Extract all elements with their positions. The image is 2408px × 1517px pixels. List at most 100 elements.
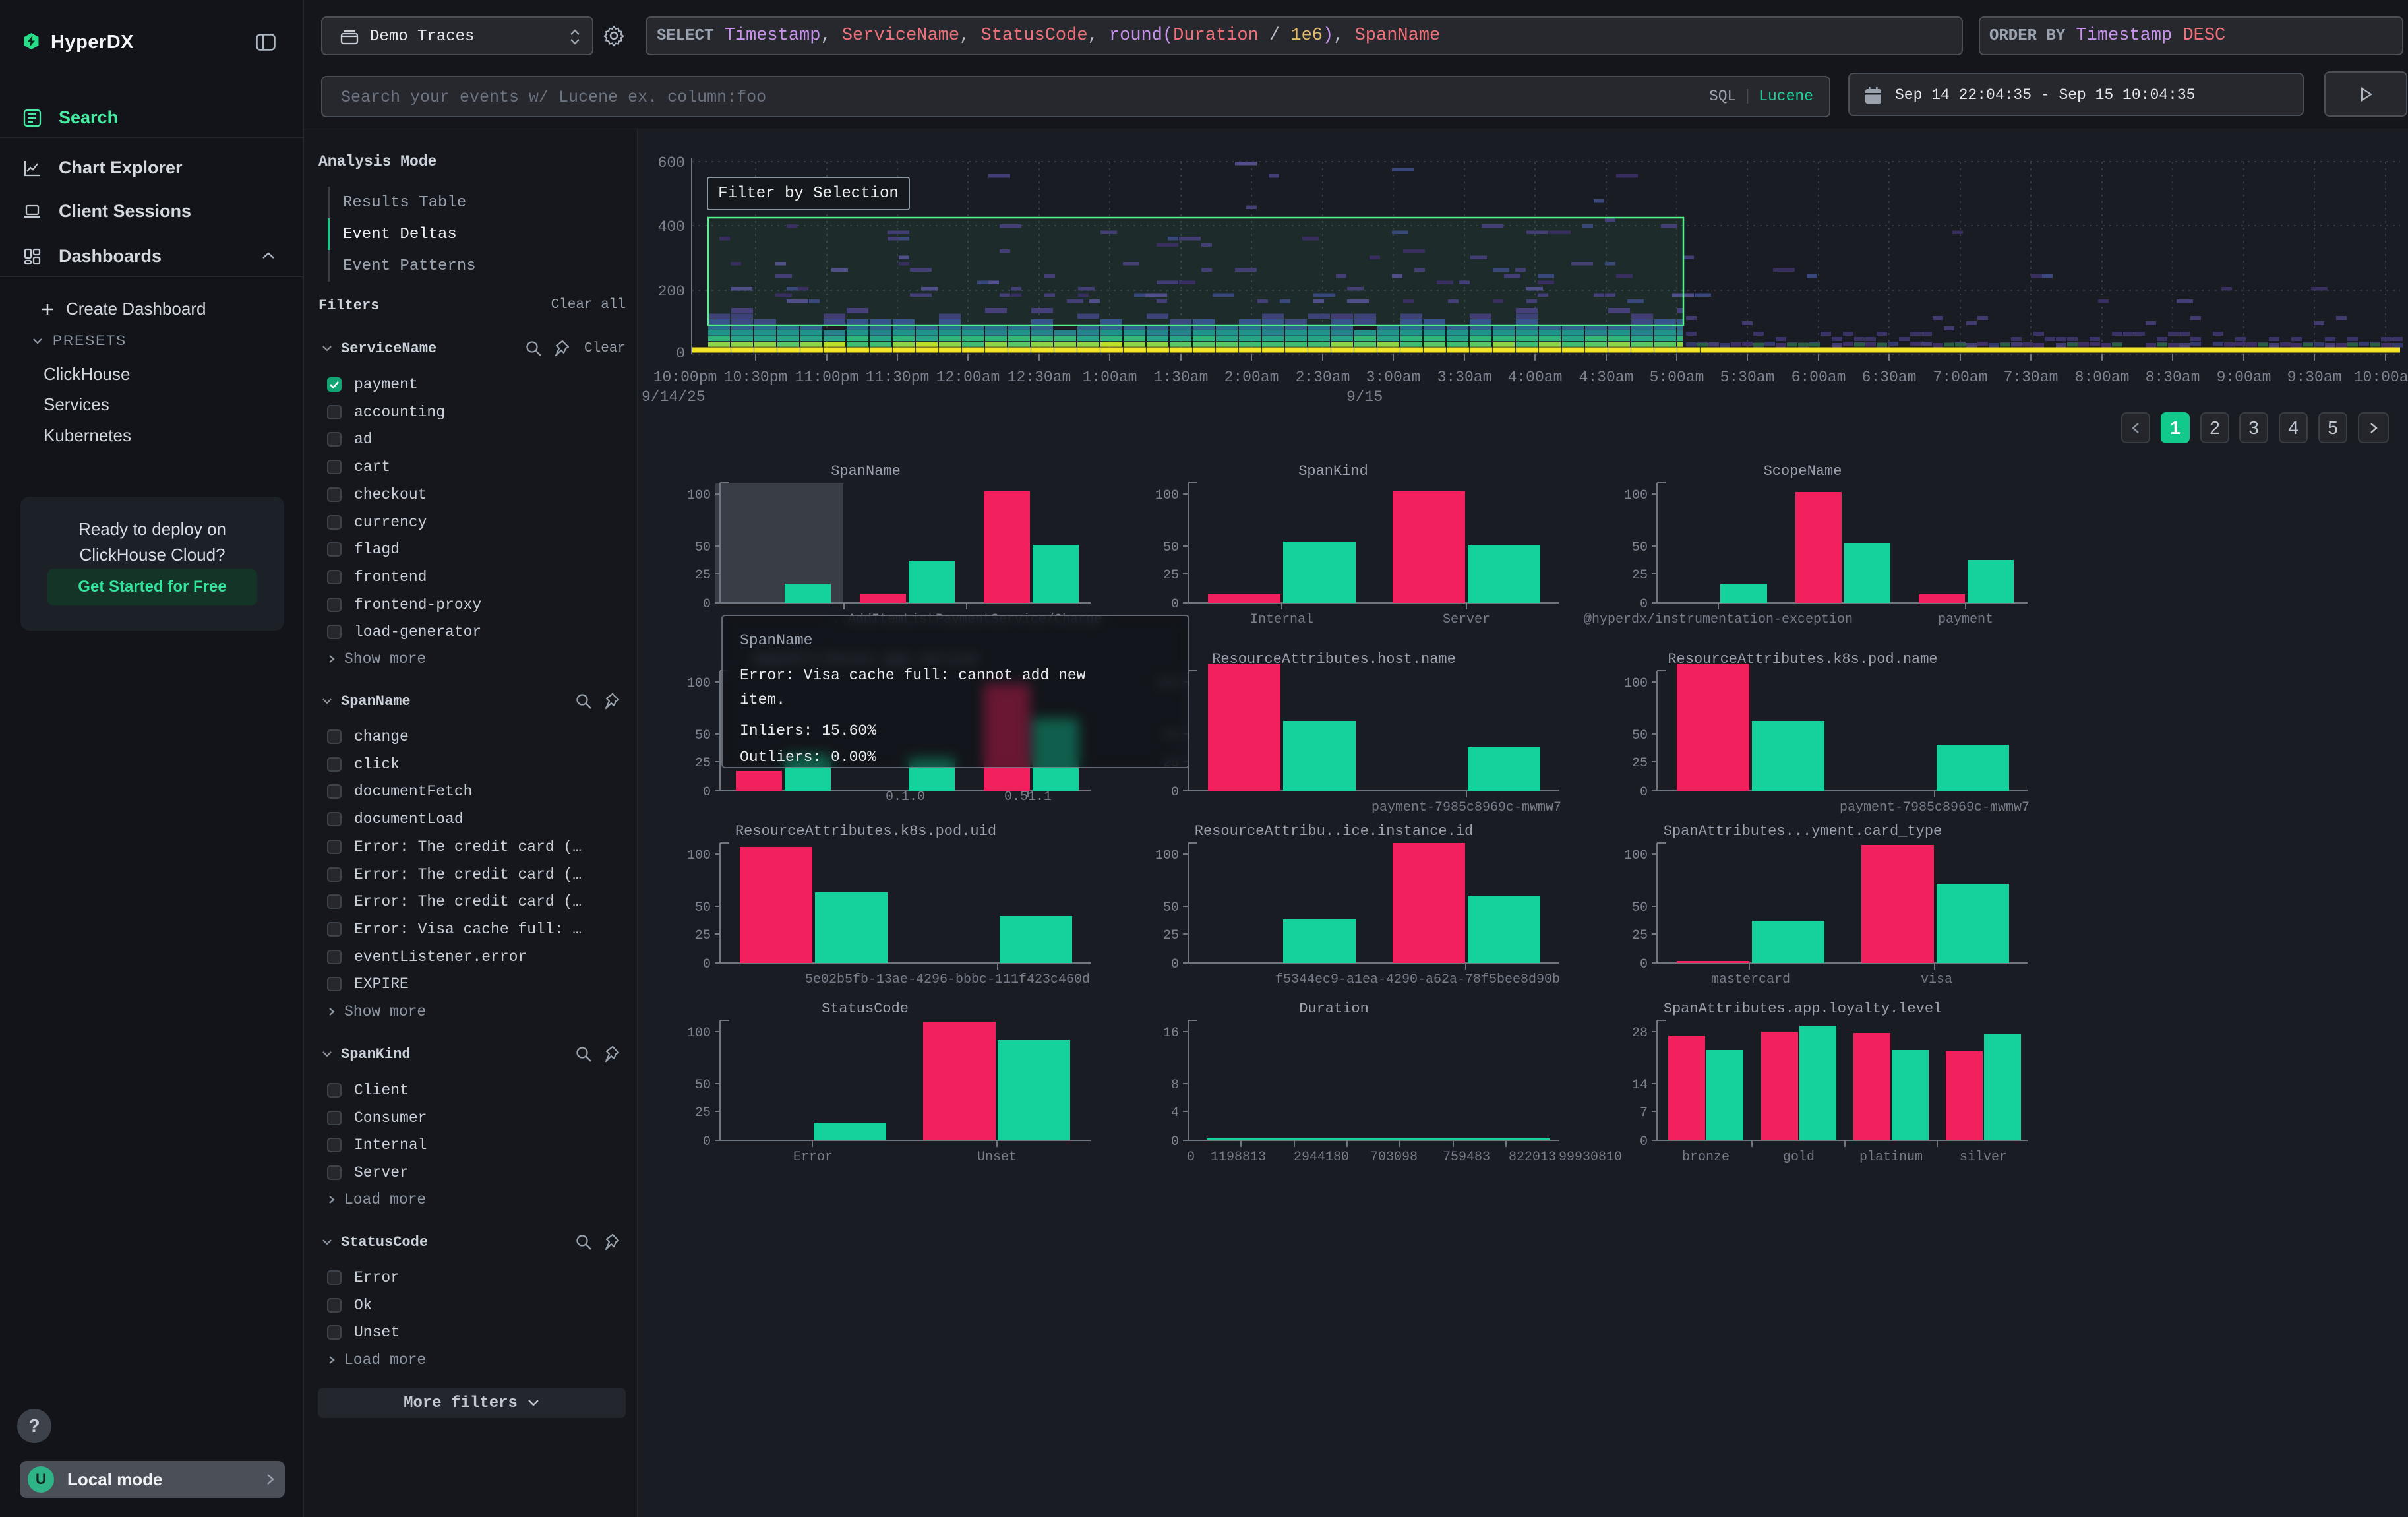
svg-text:0: 0: [1640, 597, 1648, 612]
svg-text:10:00am: 10:00am: [2354, 369, 2408, 386]
svg-text:0: 0: [1640, 957, 1648, 972]
svg-text:payment-7985c8969c-mwmw7: payment-7985c8969c-mwmw7: [1840, 800, 2030, 815]
svg-text:0: 0: [1171, 957, 1179, 972]
svg-text:25: 25: [1632, 568, 1648, 583]
svg-text:ResourceAttributes.host.name: ResourceAttributes.host.name: [1212, 651, 1456, 667]
svg-text:Server: Server: [1443, 612, 1490, 627]
svg-text:0: 0: [1187, 1150, 1195, 1165]
svg-text:7: 7: [1640, 1105, 1648, 1121]
svg-text:0: 0: [703, 597, 711, 612]
svg-text:12:30am: 12:30am: [1008, 369, 1071, 386]
svg-text:0: 0: [1640, 785, 1648, 800]
svg-text:100: 100: [1155, 848, 1179, 863]
svg-text:3:30am: 3:30am: [1437, 369, 1492, 386]
svg-text:50: 50: [695, 728, 711, 743]
svg-text:50: 50: [1163, 540, 1179, 555]
svg-text:f5344ec9-a1ea-4290-a62a-78f5be: f5344ec9-a1ea-4290-a62a-78f5bee8d90b: [1275, 972, 1560, 987]
svg-text:9/14/25: 9/14/25: [642, 388, 706, 406]
svg-text:9/15: 9/15: [1346, 388, 1383, 406]
svg-text:7:30am: 7:30am: [2004, 369, 2059, 386]
svg-text:400: 400: [658, 218, 685, 235]
svg-text:100: 100: [687, 1026, 711, 1041]
svg-text:ResourceAttributes.k8s.pod.uid: ResourceAttributes.k8s.pod.uid: [735, 823, 996, 840]
svg-text:SpanName: SpanName: [831, 463, 901, 480]
svg-text:gold: gold: [1783, 1150, 1815, 1165]
svg-text:5:00am: 5:00am: [1650, 369, 1704, 386]
svg-text:0: 0: [703, 957, 711, 972]
svg-text:1198813: 1198813: [1211, 1150, 1266, 1165]
svg-text:0: 0: [1171, 597, 1179, 612]
svg-text:0: 0: [1171, 785, 1179, 800]
svg-text:25: 25: [1163, 568, 1179, 583]
svg-text:8:00am: 8:00am: [2075, 369, 2130, 386]
svg-text:2944180: 2944180: [1294, 1150, 1349, 1165]
svg-text:759483: 759483: [1443, 1150, 1490, 1165]
svg-text:8:30am: 8:30am: [2146, 369, 2200, 386]
svg-text:100: 100: [687, 676, 711, 691]
svg-text:7:00am: 7:00am: [1933, 369, 1988, 386]
svg-text:600: 600: [658, 154, 685, 171]
svg-text:10:00pm: 10:00pm: [653, 369, 717, 386]
svg-text:ScopeName: ScopeName: [1764, 463, 1842, 480]
svg-text:platinum: platinum: [1859, 1150, 1923, 1165]
svg-text:Internal: Internal: [1250, 612, 1313, 627]
svg-text:50: 50: [695, 540, 711, 555]
svg-text:0: 0: [1171, 1134, 1179, 1150]
svg-text:100: 100: [1624, 488, 1648, 503]
svg-text:bronze: bronze: [1682, 1150, 1730, 1165]
svg-text:payment-7985c8969c-mwmw7: payment-7985c8969c-mwmw7: [1371, 800, 1561, 815]
svg-text:SpanAttributes...yment.card_ty: SpanAttributes...yment.card_type: [1664, 823, 1942, 840]
svg-text:4:00am: 4:00am: [1508, 369, 1563, 386]
svg-text:6:30am: 6:30am: [1862, 369, 1917, 386]
svg-text:100: 100: [1624, 676, 1648, 691]
svg-text:0: 0: [703, 1134, 711, 1150]
svg-text:0.51.1: 0.51.1: [1004, 789, 1052, 805]
svg-text:StatusCode: StatusCode: [822, 1001, 909, 1017]
svg-text:Unset: Unset: [977, 1150, 1017, 1165]
svg-text:4:30am: 4:30am: [1579, 369, 1634, 386]
svg-text:10:30pm: 10:30pm: [724, 369, 788, 386]
svg-text:822013: 822013: [1509, 1150, 1556, 1165]
svg-text:100: 100: [1155, 488, 1179, 503]
svg-text:2:30am: 2:30am: [1296, 369, 1350, 386]
svg-text:16: 16: [1163, 1026, 1179, 1041]
svg-text:99930810: 99930810: [1559, 1150, 1622, 1165]
svg-text:9:00am: 9:00am: [2217, 369, 2272, 386]
svg-text:payment: payment: [1938, 612, 1993, 627]
svg-text:50: 50: [695, 1078, 711, 1093]
svg-text:mastercard: mastercard: [1711, 972, 1790, 987]
svg-text:4: 4: [1171, 1105, 1179, 1121]
svg-text:5e02b5fb-13ae-4296-bbbc-111f42: 5e02b5fb-13ae-4296-bbbc-111f423c460d: [805, 972, 1090, 987]
svg-text:25: 25: [1163, 928, 1179, 943]
svg-text:25: 25: [695, 756, 711, 771]
svg-text:100: 100: [1624, 848, 1648, 863]
svg-text:50: 50: [1632, 728, 1648, 743]
svg-text:2:00am: 2:00am: [1224, 369, 1279, 386]
svg-text:12:00am: 12:00am: [936, 369, 1000, 386]
svg-text:25: 25: [1632, 928, 1648, 943]
svg-text:3:00am: 3:00am: [1366, 369, 1421, 386]
svg-text:5:30am: 5:30am: [1720, 369, 1775, 386]
svg-text:SpanKind: SpanKind: [1298, 463, 1368, 480]
svg-text:0: 0: [676, 345, 685, 362]
svg-text:50: 50: [1163, 900, 1179, 915]
svg-text:8: 8: [1171, 1078, 1179, 1093]
svg-text:Duration: Duration: [1299, 1001, 1369, 1017]
svg-text:9:30am: 9:30am: [2287, 369, 2342, 386]
svg-text:28: 28: [1632, 1026, 1648, 1041]
svg-text:SpanAttributes.app.loyalty.lev: SpanAttributes.app.loyalty.level: [1664, 1001, 1942, 1017]
svg-text:25: 25: [695, 928, 711, 943]
svg-text:1:00am: 1:00am: [1083, 369, 1137, 386]
svg-text:silver: silver: [1960, 1150, 2007, 1165]
svg-text:50: 50: [1632, 540, 1648, 555]
svg-text:703098: 703098: [1370, 1150, 1418, 1165]
svg-text:100: 100: [687, 488, 711, 503]
svg-text:ResourceAttribu..ice.instance.: ResourceAttribu..ice.instance.id: [1195, 823, 1473, 840]
svg-text:200: 200: [658, 283, 685, 300]
svg-text:Error: Error: [793, 1150, 833, 1165]
svg-text:11:30pm: 11:30pm: [866, 369, 930, 386]
svg-text:25: 25: [1632, 756, 1648, 771]
svg-text:0.1.0: 0.1.0: [886, 789, 925, 805]
svg-text:25: 25: [695, 1105, 711, 1121]
svg-text:@hyperdx/instrumentation-excep: @hyperdx/instrumentation-exception: [1584, 612, 1853, 627]
